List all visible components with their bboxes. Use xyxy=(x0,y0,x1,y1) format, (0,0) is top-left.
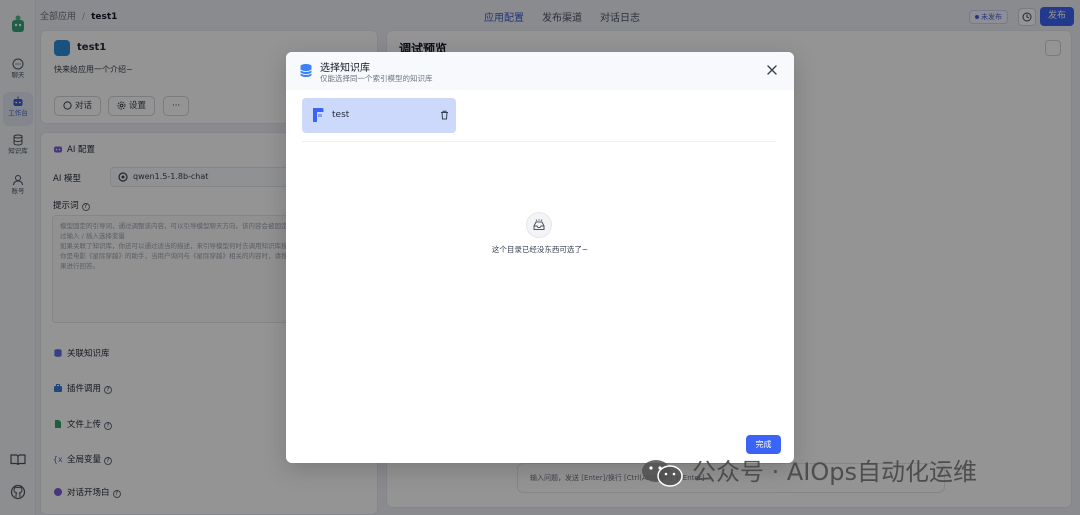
empty-state-text: 这个目录已经没东西可选了~ xyxy=(491,245,589,254)
wechat-logo-icon xyxy=(642,460,683,487)
knowledge-item-name: test xyxy=(332,110,350,120)
done-button[interactable]: 完成 xyxy=(746,435,781,454)
modal-title: 选择知识库 xyxy=(320,63,370,74)
empty-box-icon xyxy=(526,212,552,238)
knowledge-item[interactable]: test xyxy=(302,98,456,133)
trash-icon[interactable] xyxy=(440,110,449,120)
modal-subtitle: 仅能选择同一个索引模型的知识库 xyxy=(320,74,433,83)
close-icon[interactable] xyxy=(766,64,778,76)
database-stack-icon xyxy=(300,64,312,77)
modal-header: 选择知识库 仅能选择同一个索引模型的知识库 xyxy=(286,52,794,90)
watermark-text: 公众号 · AIOps自动化运维 xyxy=(692,458,978,486)
divider xyxy=(302,141,776,142)
knowledge-base-icon xyxy=(313,108,324,122)
select-knowledge-modal: 选择知识库 仅能选择同一个索引模型的知识库 test 这个目录已经没东西可选了~… xyxy=(286,52,794,463)
